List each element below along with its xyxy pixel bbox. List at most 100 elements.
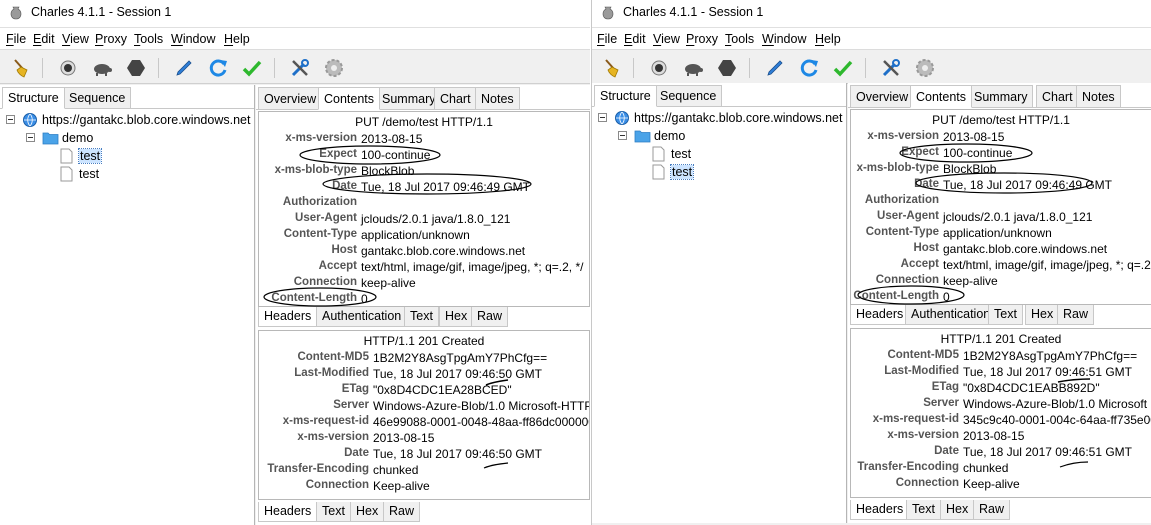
header-row-content-type[interactable]: Content-Type application/unknown: [851, 225, 1151, 241]
header-row-server[interactable]: Server Windows-Azure-Blob/1.0 Microsoft-H…: [259, 398, 589, 414]
tree-host-row[interactable]: https://gantakc.blob.core.windows.net: [6, 111, 254, 129]
tab-structure[interactable]: Structure: [2, 87, 65, 109]
header-row-server[interactable]: Server Windows-Azure-Blob/1.0 Microsoft: [851, 396, 1151, 412]
tree-folder-row[interactable]: demo: [618, 127, 818, 145]
stop-hexagon-icon[interactable]: [715, 56, 739, 80]
header-row-authorization[interactable]: Authorization: [851, 193, 1151, 209]
tab-chart[interactable]: Chart: [434, 87, 477, 110]
header-row-content-length[interactable]: Content-Length 0: [851, 289, 1151, 304]
pen-icon[interactable]: [763, 56, 787, 80]
record-icon[interactable]: [56, 56, 80, 80]
tab-text[interactable]: Text: [316, 502, 351, 522]
record-icon[interactable]: [647, 56, 671, 80]
menu-view[interactable]: View: [62, 32, 89, 46]
header-row-authorization[interactable]: Authorization: [259, 195, 589, 211]
tab-notes[interactable]: Notes: [475, 87, 520, 110]
header-row-connection[interactable]: Connection keep-alive: [851, 273, 1151, 289]
tab-notes[interactable]: Notes: [1076, 85, 1121, 108]
header-row-transfer-encoding[interactable]: Transfer-Encoding chunked: [259, 462, 589, 478]
header-row-x-ms-version[interactable]: x-ms-version 2013-08-15: [259, 131, 589, 147]
tab-authentication[interactable]: Authentication: [905, 305, 997, 325]
tree-host-row[interactable]: https://gantakc.blob.core.windows.net: [598, 109, 846, 127]
menu-window[interactable]: Window: [762, 32, 806, 46]
header-row-x-ms-request-id[interactable]: x-ms-request-id 345c9c40-0001-004c-64aa-f…: [851, 412, 1151, 428]
tree-folder-row[interactable]: demo: [26, 129, 226, 147]
tab-chart[interactable]: Chart: [1036, 85, 1079, 108]
tab-hex[interactable]: Hex: [350, 502, 385, 522]
tab-text[interactable]: Text: [906, 500, 941, 520]
pen-icon[interactable]: [172, 56, 196, 80]
tab-overview[interactable]: Overview: [850, 85, 915, 108]
menu-proxy[interactable]: Proxy: [95, 32, 127, 46]
header-row-content-md5[interactable]: Content-MD5 1B2M2Y8AsgTpgAmY7PhCfg==: [259, 350, 589, 366]
header-row-x-ms-version[interactable]: x-ms-version 2013-08-15: [259, 430, 589, 446]
header-row-x-ms-blob-type[interactable]: x-ms-blob-type BlockBlob: [259, 163, 589, 179]
menu-window[interactable]: Window: [171, 32, 215, 46]
collapse-toggle[interactable]: [26, 133, 35, 142]
tab-hex[interactable]: Hex: [940, 500, 975, 520]
tab-headers[interactable]: Headers: [258, 502, 318, 522]
tab-headers[interactable]: Headers: [850, 305, 910, 325]
tab-hex[interactable]: Hex: [1025, 305, 1060, 325]
menu-file[interactable]: File: [6, 32, 26, 46]
header-row-last-modified[interactable]: Last-Modified Tue, 18 Jul 2017 09:46:50 G…: [259, 366, 589, 382]
tab-headers[interactable]: Headers: [258, 307, 318, 327]
throttle-turtle-icon[interactable]: [90, 56, 114, 80]
header-row-etag[interactable]: ETag "0x8D4CDC1EA28BCED": [259, 382, 589, 398]
header-row-content-type[interactable]: Content-Type application/unknown: [259, 227, 589, 243]
menu-file[interactable]: File: [597, 32, 617, 46]
menu-tools[interactable]: Tools: [134, 32, 163, 46]
header-row-content-md5[interactable]: Content-MD5 1B2M2Y8AsgTpgAmY7PhCfg==: [851, 348, 1151, 364]
menu-proxy[interactable]: Proxy: [686, 32, 718, 46]
menu-view[interactable]: View: [653, 32, 680, 46]
tree-file-row-2[interactable]: test: [60, 165, 180, 183]
tools-icon[interactable]: [288, 56, 312, 80]
header-row-accept[interactable]: Accept text/html, image/gif, image/jpeg, …: [851, 257, 1151, 273]
tab-contents[interactable]: Contents: [910, 85, 973, 108]
menu-edit[interactable]: Edit: [33, 32, 55, 46]
header-row-content-length[interactable]: Content-Length 0: [259, 291, 589, 306]
header-row-x-ms-version[interactable]: x-ms-version 2013-08-15: [851, 129, 1151, 145]
tab-raw[interactable]: Raw: [383, 502, 421, 522]
tab-hex[interactable]: Hex: [439, 307, 474, 327]
tab-headers[interactable]: Headers: [850, 500, 910, 520]
header-row-x-ms-version[interactable]: x-ms-version 2013-08-15: [851, 428, 1151, 444]
menu-help[interactable]: Help: [815, 32, 841, 46]
settings-gear-icon[interactable]: [913, 56, 937, 80]
tab-summary[interactable]: Summary: [376, 87, 442, 110]
tree-file-row-2[interactable]: test: [652, 163, 772, 181]
tab-sequence[interactable]: Sequence: [654, 85, 723, 107]
tab-text[interactable]: Text: [404, 307, 439, 327]
header-row-x-ms-request-id[interactable]: x-ms-request-id 46e99088-0001-0048-48aa-f…: [259, 414, 589, 430]
refresh-icon[interactable]: [206, 56, 230, 80]
header-row-transfer-encoding[interactable]: Transfer-Encoding chunked: [851, 460, 1151, 476]
header-row-user-agent[interactable]: User-Agent jclouds/2.0.1 java/1.8.0_121: [851, 209, 1151, 225]
tab-raw[interactable]: Raw: [1057, 305, 1095, 325]
menu-tools[interactable]: Tools: [725, 32, 754, 46]
check-icon[interactable]: [831, 56, 855, 80]
tab-overview[interactable]: Overview: [258, 87, 323, 110]
collapse-toggle[interactable]: [618, 131, 627, 140]
tools-icon[interactable]: [879, 56, 903, 80]
header-row-date[interactable]: Date Tue, 18 Jul 2017 09:46:51 GMT: [851, 444, 1151, 460]
header-row-date[interactable]: Date Tue, 18 Jul 2017 09:46:49 GMT: [851, 177, 1151, 193]
tab-sequence[interactable]: Sequence: [63, 87, 132, 109]
tab-raw[interactable]: Raw: [471, 307, 509, 327]
header-row-host[interactable]: Host gantakc.blob.core.windows.net: [259, 243, 589, 259]
header-row-date[interactable]: Date Tue, 18 Jul 2017 09:46:50 GMT: [259, 446, 589, 462]
menu-help[interactable]: Help: [224, 32, 250, 46]
tab-summary[interactable]: Summary: [968, 85, 1034, 108]
tab-raw[interactable]: Raw: [973, 500, 1011, 520]
settings-gear-icon[interactable]: [322, 56, 346, 80]
collapse-toggle[interactable]: [598, 113, 607, 122]
header-row-host[interactable]: Host gantakc.blob.core.windows.net: [851, 241, 1151, 257]
header-row-x-ms-blob-type[interactable]: x-ms-blob-type BlockBlob: [851, 161, 1151, 177]
tab-authentication[interactable]: Authentication: [316, 307, 408, 327]
header-row-expect[interactable]: Expect 100-continue: [851, 145, 1151, 161]
broom-icon[interactable]: [10, 56, 34, 80]
tab-contents[interactable]: Contents: [318, 87, 381, 110]
check-icon[interactable]: [240, 56, 264, 80]
header-row-expect[interactable]: Expect 100-continue: [259, 147, 589, 163]
header-row-etag[interactable]: ETag "0x8D4CDC1EABB892D": [851, 380, 1151, 396]
header-row-connection[interactable]: Connection Keep-alive: [851, 476, 1151, 492]
